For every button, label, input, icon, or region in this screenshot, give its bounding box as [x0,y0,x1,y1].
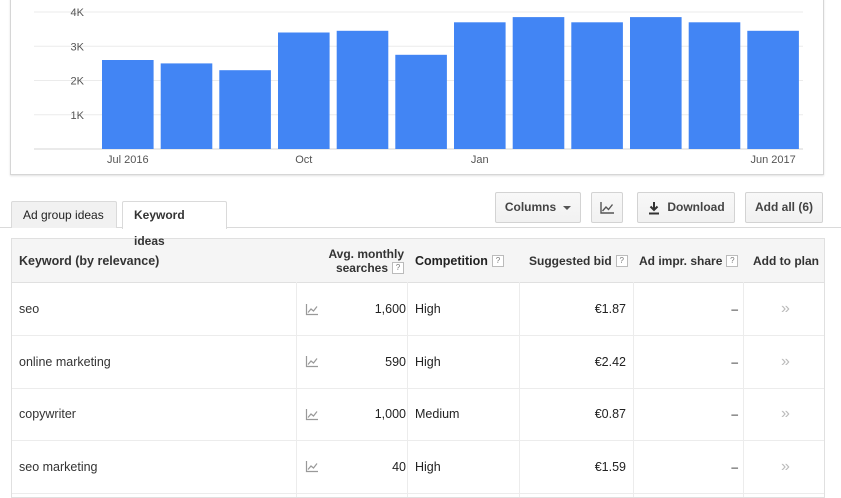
ad-impr-share-cell: – [731,407,738,421]
bar-may-2017[interactable] [688,22,741,149]
keyword-cell: seo [19,302,40,316]
download-icon [649,201,660,215]
ad-impr-share-cell: – [731,459,738,474]
bar-feb-2017[interactable] [512,17,565,149]
bar-aug-2016[interactable] [160,63,213,149]
table-row: online marketing 590 High €2.42 –» [12,336,824,389]
bar-sep-2016[interactable] [219,70,271,149]
chart-toggle-button[interactable] [591,192,623,223]
columns-label: Columns [504,200,557,214]
header-avg-line2: searches [335,260,388,275]
ad-impr-share-cell: – [731,302,738,316]
avg-monthly-searches-cell: 1,000 [374,407,406,421]
chevron-down-icon [563,205,572,210]
x-tick-label: Jan [471,154,489,166]
header-competition[interactable]: Competition? [415,239,520,282]
x-tick-label: Jul 2016 [107,154,149,166]
suggested-bid-cell: €1.87 [594,302,626,316]
x-tick-label: Jun 2017 [750,154,795,166]
y-tick-label: 4K [71,7,85,19]
competition-cell: High [415,302,441,316]
header-avg-line1: Avg. monthly [328,246,404,261]
competition-cell: High [415,354,441,369]
add-to-plan-button[interactable]: » [747,388,824,440]
tab-ad-group-ideas[interactable]: Ad group ideas [11,201,117,228]
header-avg-monthly-searches[interactable]: Avg. monthly searches? [312,239,404,282]
bar-mar-2017[interactable] [571,22,623,149]
help-icon[interactable]: ? [491,254,504,267]
bar-jan-2017[interactable] [454,22,506,149]
y-tick-label: 1K [71,110,85,122]
keyword-cell: online marketing [19,354,111,369]
columns-button[interactable]: Columns [495,192,581,223]
competition-cell: High [415,459,441,474]
y-tick-label: 2K [71,76,85,88]
keyword-cell: copywriter [19,407,76,421]
avg-monthly-searches-cell: 40 [392,459,406,474]
header-competition-label: Competition [415,253,488,268]
header-suggested-bid[interactable]: Suggested bid? [529,239,629,282]
download-button[interactable]: Download [637,192,735,223]
add-to-plan-button[interactable]: » [747,283,824,335]
bar-apr-2017[interactable] [630,17,682,149]
avg-monthly-searches-cell: 590 [385,354,406,369]
help-icon[interactable]: ? [392,262,404,275]
table-row: copywriter 1,000 Medium €0.87 –» [12,388,824,441]
bar-dec-2016[interactable] [395,54,447,149]
line-chart-icon [600,201,614,214]
help-icon[interactable]: ? [615,254,628,267]
suggested-bid-cell: €2.42 [594,354,626,369]
x-tick-label: Oct [295,154,312,166]
header-add-to-plan: Add to plan [753,253,819,268]
header-bid-label: Suggested bid [529,253,612,268]
add-to-plan-button[interactable]: » [747,336,824,388]
tab-keyword-ideas[interactable]: Keyword ideas [122,201,227,248]
download-label: Download [667,200,725,214]
table-row: seo 1,600 High €1.87 –» [12,283,824,336]
bar-nov-2016[interactable] [336,30,389,149]
header-ad-impr-share[interactable]: Ad impr. share? [639,239,749,282]
keyword-ideas-table: Keyword (by relevance) Avg. monthly sear… [11,238,825,498]
table-row: seo marketing 40 High €1.59 –» [12,441,824,494]
y-tick-label: 3K [71,41,85,53]
bar-oct-2016[interactable] [278,32,330,150]
suggested-bid-cell: €1.59 [594,459,626,474]
header-impr-label: Ad impr. share [639,253,723,268]
add-to-plan-button[interactable]: » [747,441,824,493]
competition-cell: Medium [415,407,460,421]
suggested-bid-cell: €0.87 [594,407,626,421]
bar-jul-2016[interactable] [102,60,154,149]
add-all-button[interactable]: Add all (6) [745,192,823,223]
ad-impr-share-cell: – [731,354,738,369]
bar-jun-2017[interactable] [747,30,799,149]
avg-monthly-searches-cell: 1,600 [374,302,406,316]
search-volume-chart: 1K 2K 3K 4K Jul 2016 Oct Jan Jun 2017 [34,7,803,166]
search-volume-chart-panel: 1K 2K 3K 4K Jul 2016 Oct Jan Jun 2017 [10,0,824,175]
keyword-cell: seo marketing [19,459,98,474]
help-icon[interactable]: ? [726,254,739,267]
